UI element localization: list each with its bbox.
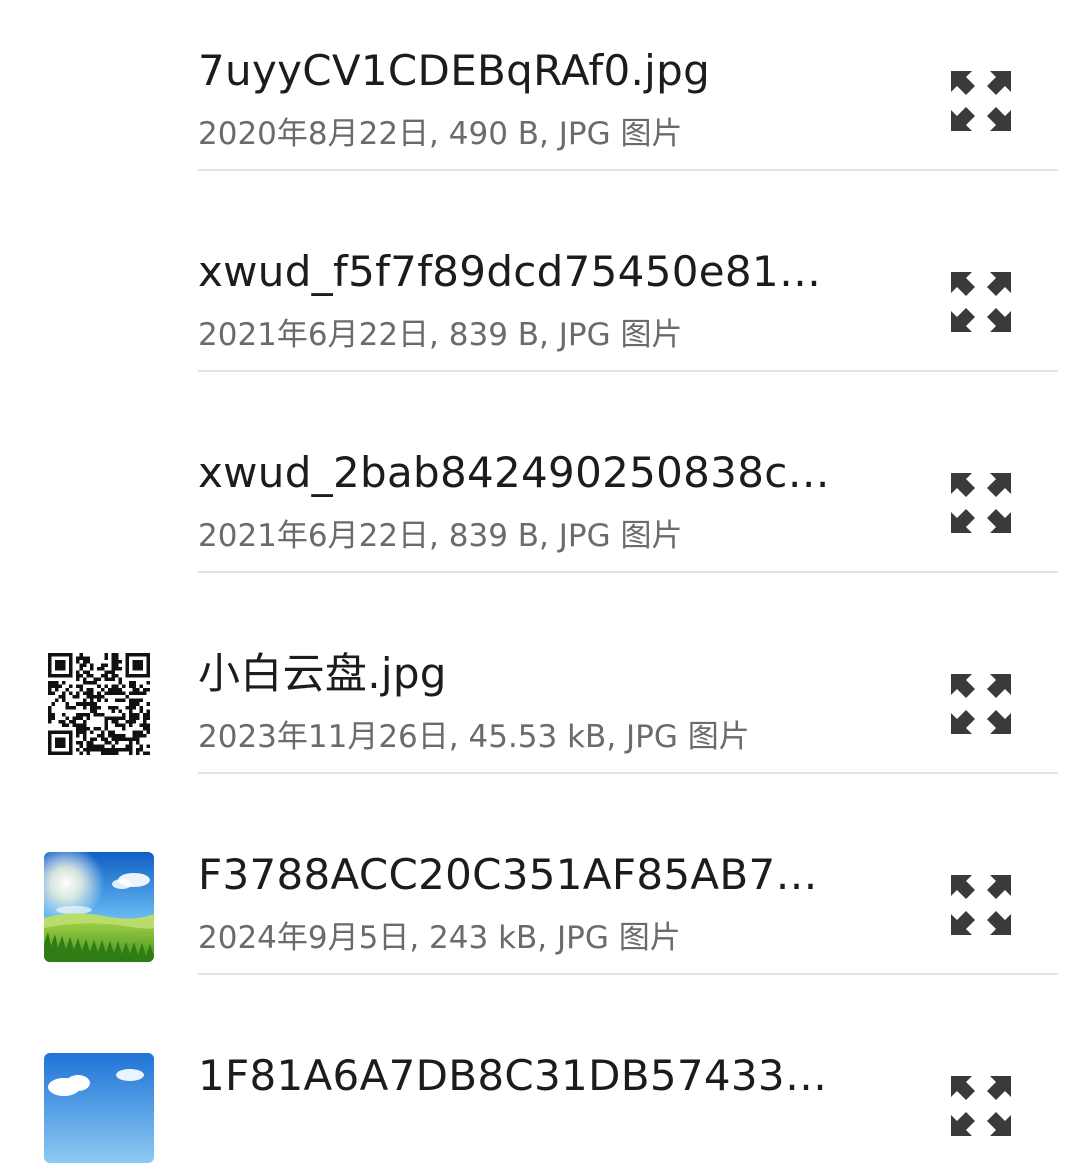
file-meta: 2024年9月5日, 243 kB, JPG 图片	[198, 920, 681, 956]
list-item[interactable]: 小白云盘.jpg 2023年11月26日, 45.53 kB, JPG 图片	[0, 573, 1080, 774]
qr-code-thumbnail	[48, 653, 150, 755]
expand-icon	[951, 1076, 1011, 1136]
expand-button[interactable]	[940, 462, 1022, 544]
file-meta: 2020年8月22日, 490 B, JPG 图片	[198, 116, 683, 152]
expand-button[interactable]	[940, 663, 1022, 745]
expand-button[interactable]	[940, 60, 1022, 142]
expand-icon	[951, 875, 1011, 935]
file-meta: 2021年6月22日, 839 B, JPG 图片	[198, 317, 683, 353]
file-name: F3788ACC20C351AF85AB72…	[198, 850, 838, 899]
expand-icon	[951, 674, 1011, 734]
expand-button[interactable]	[940, 261, 1022, 343]
file-name: 7uyyCV1CDEBqRAf0.jpg	[198, 46, 711, 95]
expand-icon	[951, 473, 1011, 533]
expand-icon	[951, 71, 1011, 131]
list-item[interactable]: 7uyyCV1CDEBqRAf0.jpg 2020年8月22日, 490 B, …	[0, 0, 1080, 171]
landscape-thumbnail	[44, 1053, 154, 1163]
file-name: xwud_2bab842490250838ca…	[198, 448, 838, 497]
expand-icon	[951, 272, 1011, 332]
list-item[interactable]: xwud_2bab842490250838ca… 2021年6月22日, 839…	[0, 372, 1080, 573]
landscape-thumbnail	[44, 852, 154, 962]
file-name: 1F81A6A7DB8C31DB57433D…	[198, 1051, 838, 1100]
file-name: 小白云盘.jpg	[198, 649, 447, 698]
file-name: xwud_f5f7f89dcd75450e814…	[198, 247, 838, 296]
list-item[interactable]: xwud_f5f7f89dcd75450e814… 2021年6月22日, 83…	[0, 171, 1080, 372]
list-item[interactable]: F3788ACC20C351AF85AB72… 2024年9月5日, 243 k…	[0, 774, 1080, 975]
file-meta: 2021年6月22日, 839 B, JPG 图片	[198, 518, 683, 554]
expand-button[interactable]	[940, 864, 1022, 946]
file-meta: 2023年11月26日, 45.53 kB, JPG 图片	[198, 719, 750, 755]
expand-button[interactable]	[940, 1065, 1022, 1147]
list-item[interactable]: 1F81A6A7DB8C31DB57433D…	[0, 975, 1080, 1176]
